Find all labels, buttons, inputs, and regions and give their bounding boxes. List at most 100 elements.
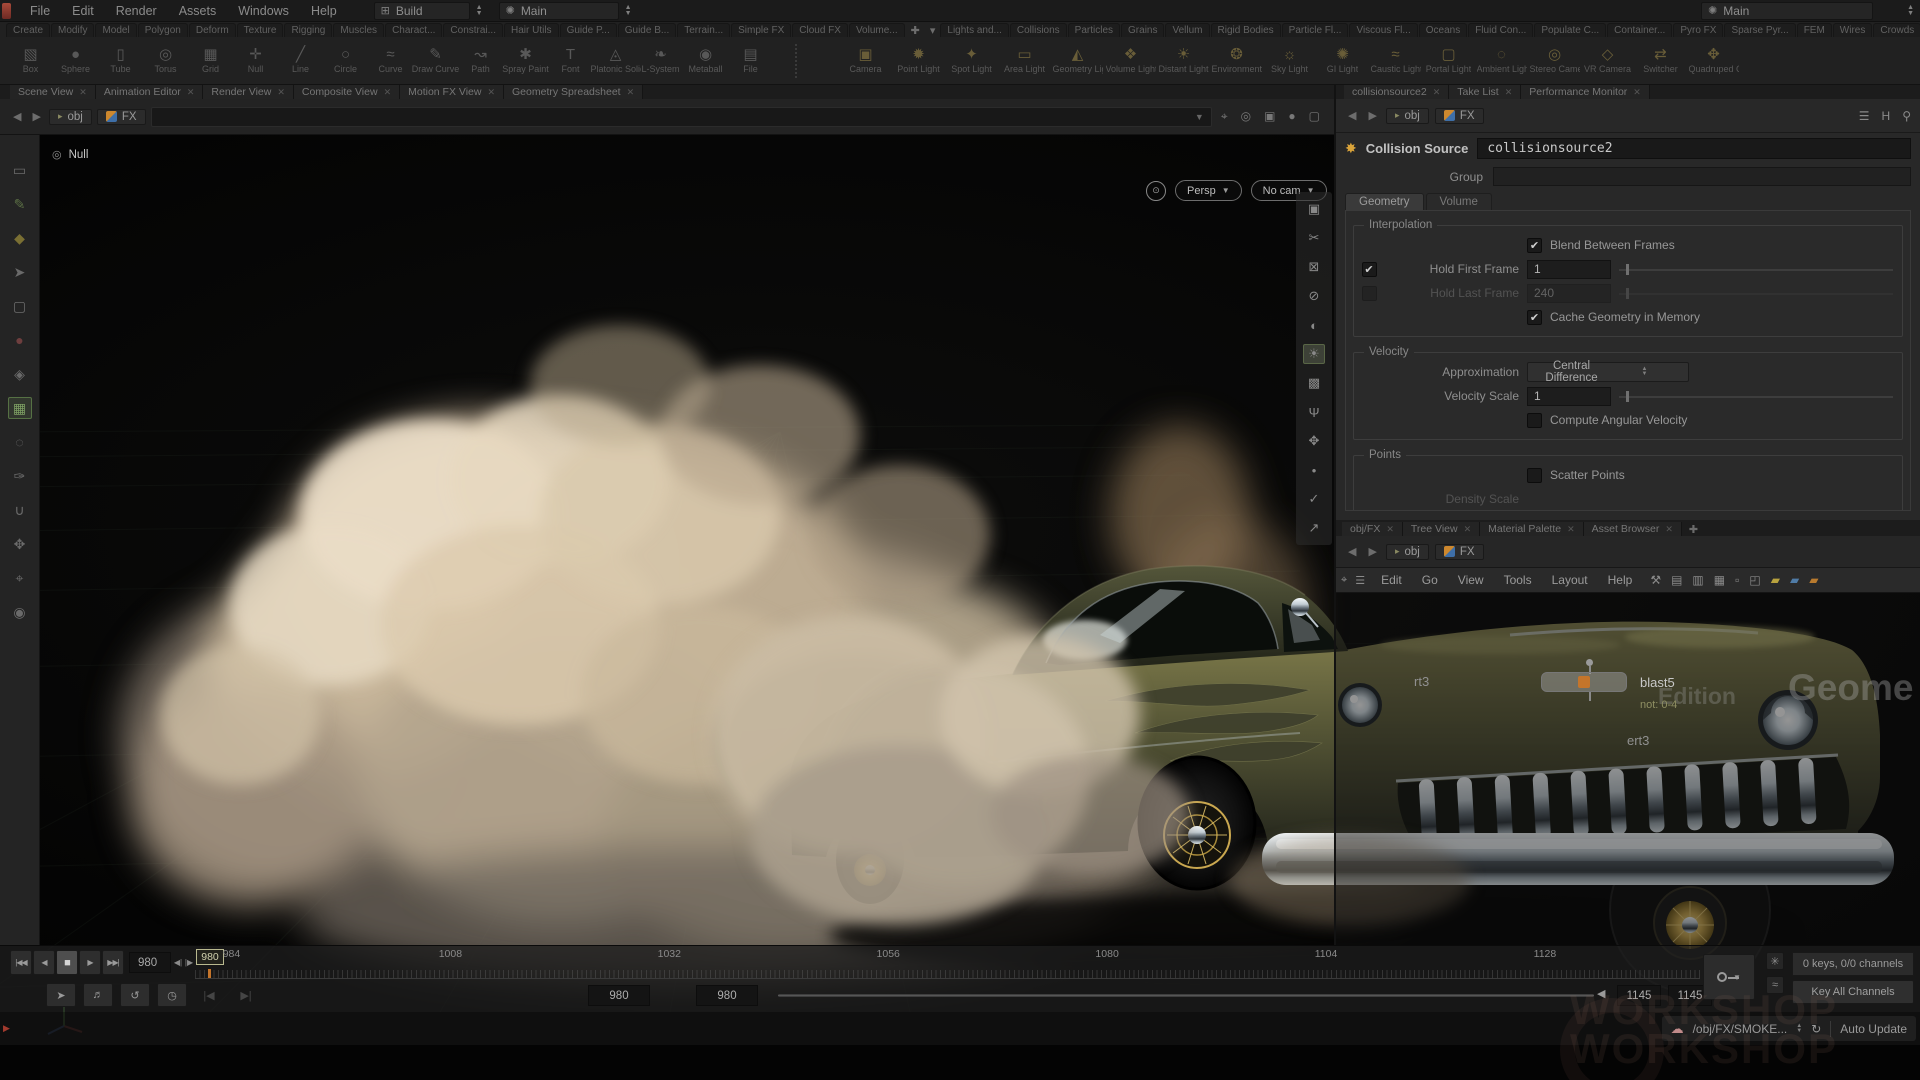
network-canvas[interactable]: Edition Geome rt3 blast5 not: 0-4 ert3 a… [1336,593,1920,945]
shelf-tool[interactable]: ◇VR Camera [1581,39,1634,83]
add-tab-icon[interactable]: ✚ [1682,523,1705,536]
image-plane-icon[interactable]: ▰ [1790,573,1799,587]
pane-tab[interactable]: Render View✕ [203,85,293,99]
shelf-tab[interactable]: Collisions [1010,23,1067,37]
shelf-tool[interactable]: ☀Distant Light [1157,39,1210,83]
add-shelf-icon[interactable]: ✚ [906,24,925,37]
shelf-tab[interactable]: Guide P... [560,23,617,37]
shelf-tool[interactable]: ╱Line [278,39,323,83]
target-tool-icon[interactable]: ⌖ [8,567,32,589]
shelf-tool[interactable]: ○Circle [323,39,368,83]
breadcrumb-obj[interactable]: ▸obj [49,109,92,125]
menu-item[interactable]: Edit [61,0,105,22]
range-slider[interactable] [778,994,1594,997]
audio-icon[interactable]: ♬ [83,983,113,1007]
shade-sphere-icon[interactable]: ● [1288,109,1295,124]
compute-angular-velocity-checkbox[interactable] [1527,413,1542,428]
houdini-badge-icon[interactable]: H [1882,109,1891,123]
key-all-channels-button[interactable]: Key All Channels [1792,980,1914,1004]
node-tree-icon[interactable]: ▤ [1671,573,1682,587]
breadcrumb-obj[interactable]: ▸obj [1386,108,1429,124]
prev-frame-button[interactable]: ◀ [33,950,55,975]
close-icon[interactable]: ✕ [627,87,635,98]
breadcrumb-fx[interactable]: FX [97,109,146,125]
orient-icon[interactable]: ↗ [1303,518,1325,538]
back-icon[interactable]: ◀ [1345,109,1359,122]
shelf-tab[interactable]: Guide B... [618,23,676,37]
current-frame-field[interactable]: 980 [129,952,171,973]
shelf-tab[interactable]: Wires [1833,23,1873,37]
tab-volume[interactable]: Volume [1426,193,1492,210]
menu-list-icon[interactable]: ☰ [1355,574,1365,587]
shelf-tool[interactable]: ◭Geometry Light [1051,39,1104,83]
shelf-tool[interactable]: ↝Path [458,39,503,83]
node-badge-icon[interactable]: ◰ [1749,573,1760,587]
magnet-tool-icon[interactable]: ∪ [8,499,32,521]
shading-mode-icon[interactable]: ◐ [1303,315,1325,335]
refresh-icon[interactable]: ↻ [1811,1022,1821,1036]
shelf-tool[interactable]: ≈Curve [368,39,413,83]
shelf-tool[interactable]: ▦Grid [188,39,233,83]
back-icon[interactable]: ◀ [1345,545,1359,558]
network-menu-item[interactable]: Help [1598,573,1643,587]
range-end-handle[interactable]: ◀ [1597,987,1605,1000]
lock-camera-icon[interactable]: ⊙ [1146,181,1166,201]
hold-last-frame-field[interactable]: 240 [1527,284,1611,303]
shelf-tool[interactable]: ◬Platonic Solids [593,39,638,83]
step-fwd-icon[interactable]: ▶| [231,983,261,1007]
network-menu-item[interactable]: View [1448,573,1494,587]
display-options-icon[interactable]: ▣ [1303,199,1325,219]
close-icon[interactable]: ✕ [1464,524,1472,535]
hold-last-enable-checkbox[interactable] [1362,286,1377,301]
shelf-tab[interactable]: Muscles [333,23,384,37]
box-select-tool-icon[interactable]: ▢ [8,295,32,317]
shelf-tool[interactable]: ✥Quadruped Camera [1687,39,1740,83]
sticky-note-icon[interactable]: ▰ [1771,573,1780,587]
realtime-toggle-icon[interactable]: ◷ [157,983,187,1007]
close-icon[interactable]: ✕ [79,87,87,98]
shelf-tab[interactable]: Modify [51,23,94,37]
step-back-icon[interactable]: |◀ [194,983,224,1007]
close-icon[interactable]: ✕ [1633,87,1641,98]
shelf-tool[interactable]: ◎Torus [143,39,188,83]
set-key-button[interactable]: ▼ [1703,954,1755,1000]
update-mode-select[interactable]: Auto Update [1840,1022,1907,1036]
jump-start-button[interactable]: |◀◀ [10,950,32,975]
desktop-right-spinner[interactable]: ▲▼ [1907,5,1914,17]
shelf-tab[interactable]: Particle Fl... [1282,23,1349,37]
node-name-field[interactable]: collisionsource2 [1477,138,1911,159]
shelf-tab[interactable]: Vellum [1165,23,1209,37]
frame-inc-button[interactable]: |▶ [183,952,195,973]
shelf-tab[interactable]: Lights and... [940,23,1008,37]
cells-view-icon[interactable]: ▫ [1735,573,1739,587]
grid-view-icon[interactable]: ▦ [1714,573,1725,587]
stop-button[interactable]: ■ [56,950,78,975]
pane-tab[interactable]: Geometry Spreadsheet✕ [504,85,643,99]
shelf-tab[interactable]: Cloud FX [792,23,848,37]
pane-tab[interactable]: Tree View✕ [1403,522,1480,536]
pane-tab[interactable]: Motion FX View✕ [400,85,504,99]
cook-node-path[interactable]: /obj/FX/SMOKE... [1693,1022,1788,1036]
shelf-tab[interactable]: Viscous Fl... [1349,23,1417,37]
wrench-icon[interactable]: ⚒ [1650,573,1661,587]
close-icon[interactable]: ✕ [1433,87,1441,98]
radial-menu-icon[interactable]: ◎ [1241,109,1251,124]
hand-tool-icon[interactable]: ✥ [8,533,32,555]
shelf-tool[interactable]: ▤File [728,39,773,83]
shelf-tab[interactable]: FEM [1797,23,1832,37]
shelf-tab[interactable]: Texture [237,23,284,37]
shelf-tool[interactable]: ≈Caustic Light [1369,39,1422,83]
layout-spinner[interactable]: ▲▼ [476,5,483,17]
scatter-points-checkbox[interactable] [1527,468,1542,483]
cube-display-icon[interactable]: ▣ [1264,109,1275,124]
breadcrumb-fx[interactable]: FX [1435,544,1484,560]
menu-item[interactable]: Render [105,0,168,22]
snapshot-camera-icon[interactable]: ◉ [8,601,32,623]
shelf-tab[interactable]: Simple FX [731,23,791,37]
close-icon[interactable]: ✕ [1386,524,1394,535]
group-field[interactable] [1493,167,1911,186]
network-menu-item[interactable]: Go [1412,573,1448,587]
menu-item[interactable]: Windows [227,0,300,22]
shelf-tab[interactable]: Rigging [284,23,332,37]
shelf-tool[interactable]: ◎Stereo Camera [1528,39,1581,83]
